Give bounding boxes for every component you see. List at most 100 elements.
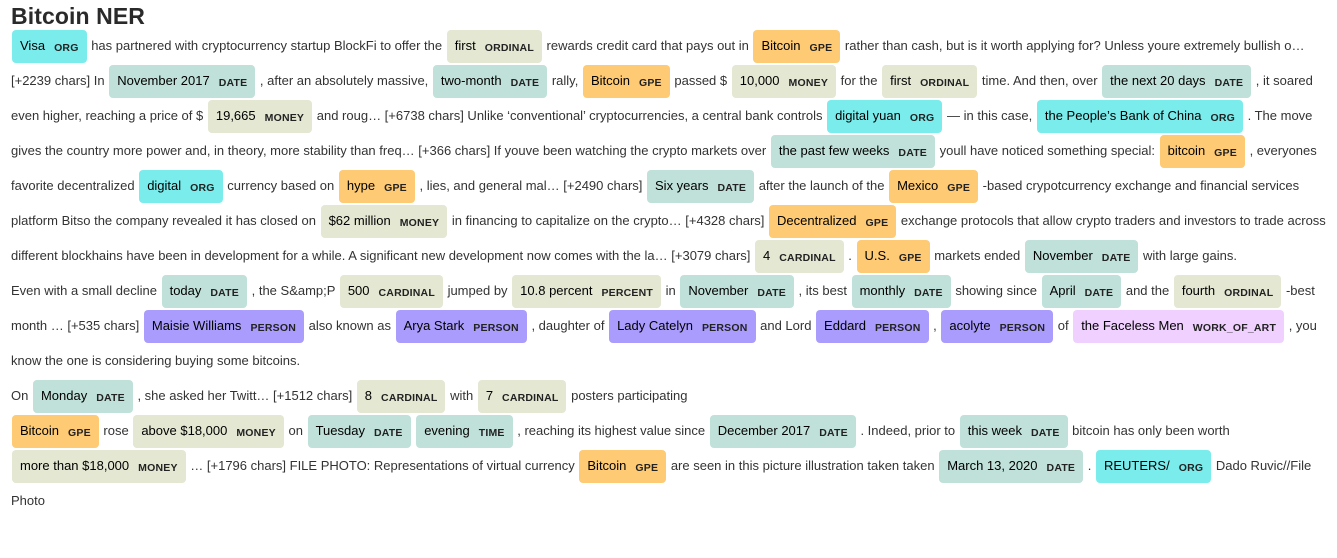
entity-text: Monday <box>40 388 88 403</box>
text-span: … [+1796 chars] FILE PHOTO: Representati… <box>186 458 579 473</box>
entity-money: $62 million MONEY <box>320 205 448 238</box>
entity-text: more than $18,000 <box>20 458 130 473</box>
entity-label: PERSON <box>999 322 1046 334</box>
entity-gpe: Decentralized GPE <box>769 205 897 238</box>
text-span: on <box>284 423 307 438</box>
entity-text: 8 <box>364 388 373 403</box>
entity-label: MONEY <box>236 427 276 439</box>
entity-text: Bitcoin <box>590 73 630 88</box>
text-span: — in this case, <box>943 108 1036 123</box>
entity-text: March 13, 2020 <box>947 458 1038 473</box>
text-span: with <box>446 388 477 403</box>
entity-label: MONEY <box>788 77 829 89</box>
entity-label: MONEY <box>138 462 178 474</box>
text-span: , daughter of <box>527 318 609 333</box>
entity-label: ORDINAL <box>1224 287 1274 299</box>
text-span: after the launch of the <box>755 178 889 193</box>
text-span: , <box>929 318 941 333</box>
entity-time: evening TIME <box>416 415 513 448</box>
entity-label: ORG <box>190 182 215 194</box>
text-span: jumped by <box>443 283 512 298</box>
entity-label: PERCENT <box>601 287 654 299</box>
text-span: . Indeed, prior to <box>856 423 959 438</box>
text-span: bitcoin has only been worth <box>1068 423 1230 438</box>
text-span: in financing to capitalize on the crypto… <box>448 213 769 228</box>
entity-text: the past few weeks <box>778 143 890 158</box>
entity-text: this week <box>967 423 1022 438</box>
text-span: with large gains. <box>1139 248 1237 263</box>
entity-cardinal: 8 CARDINAL <box>356 380 446 413</box>
entity-text: December 2017 <box>717 423 811 438</box>
entity-date: Six years DATE <box>647 170 755 203</box>
entity-label: ORG <box>1210 112 1235 124</box>
entity-text: above $18,000 <box>141 423 228 438</box>
entity-date: the next 20 days DATE <box>1102 65 1252 98</box>
text-span: passed $ <box>670 73 731 88</box>
text-span: , she asked her Twitt… [+1512 chars] <box>133 388 356 403</box>
entity-text: fourth <box>1181 283 1216 298</box>
entity-text: Decentralized <box>777 213 857 228</box>
text-span: , the S&amp;P <box>248 283 339 298</box>
entity-text: Visa <box>20 38 46 53</box>
entity-text: monthly <box>859 283 906 298</box>
entity-label: CARDINAL <box>502 392 559 404</box>
entity-label: ORG <box>54 42 79 54</box>
entity-gpe: Bitcoin GPE <box>582 65 670 98</box>
text-span: are seen in this picture illustration ta… <box>667 458 939 473</box>
entity-date: the past few weeks DATE <box>770 135 936 168</box>
entity-cardinal: 500 CARDINAL <box>339 275 443 308</box>
text-span: rewards credit card that pays out in <box>542 38 753 53</box>
entity-text: digital <box>147 178 182 193</box>
entity-text: 19,665 <box>215 108 256 123</box>
entity-money: 19,665 MONEY <box>207 100 313 133</box>
entity-cardinal: 4 CARDINAL <box>755 240 844 273</box>
entity-label: CARDINAL <box>381 392 438 404</box>
text-span: posters participating <box>567 388 688 403</box>
text-span: , reaching its highest value since <box>513 423 709 438</box>
entity-label: ORG <box>909 112 935 124</box>
entity-label: DATE <box>1084 287 1114 299</box>
entity-label: GPE <box>384 182 407 194</box>
entity-label: DATE <box>96 392 125 404</box>
entity-text: evening <box>424 423 470 438</box>
entity-text: first <box>890 73 912 88</box>
entity-label: PERSON <box>701 322 748 334</box>
entity-org: REUTERS/ORG <box>1095 450 1212 483</box>
entity-label: GPE <box>638 77 662 89</box>
entity-label: GPE <box>635 462 659 474</box>
entity-text: Eddard <box>824 318 866 333</box>
text-span: , lies, and general mal… [+2490 chars] <box>415 178 647 193</box>
entity-person: Arya Stark PERSON <box>395 310 527 343</box>
entity-label: DATE <box>373 427 403 439</box>
entity-label: GPE <box>947 182 971 194</box>
entity-label: DATE <box>717 182 747 194</box>
entity-gpe: U.S. GPE <box>856 240 930 273</box>
entity-text: bitcoin <box>1167 143 1206 158</box>
text-span: in <box>662 283 680 298</box>
entity-label: DATE <box>898 147 928 159</box>
entity-text: Maisie Williams <box>151 318 242 333</box>
text-span: rose <box>99 423 133 438</box>
entity-gpe: hype GPE <box>338 170 415 203</box>
entity-text: $62 million <box>328 213 391 228</box>
entity-gpe: Bitcoin GPE <box>753 30 841 63</box>
text-span: and Lord <box>756 318 816 333</box>
entity-org: the People’s Bank of China ORG <box>1036 100 1243 133</box>
entity-label: DATE <box>218 77 248 89</box>
entity-person: Lady Catelyn PERSON <box>609 310 756 343</box>
entity-label: PERSON <box>250 322 296 334</box>
entity-text: two-month <box>440 73 502 88</box>
text-span <box>412 423 416 438</box>
entity-text: Mexico <box>897 178 939 193</box>
entity-date: two-month DATE <box>432 65 548 98</box>
entity-date: this week DATE <box>959 415 1068 448</box>
entity-money: 10,000 MONEY <box>731 65 837 98</box>
entity-text: November 2017 <box>117 73 210 88</box>
entity-work-of-art: the Faceless Men WORK_OF_ART <box>1073 310 1285 343</box>
text-span: youll have noticed something special: <box>936 143 1159 158</box>
entity-text: Lady Catelyn <box>617 318 693 333</box>
entity-label: PERSON <box>874 322 921 334</box>
entity-text: November <box>688 283 749 298</box>
entity-text: Bitcoin <box>761 38 801 53</box>
entity-date: Tuesday DATE <box>307 415 411 448</box>
